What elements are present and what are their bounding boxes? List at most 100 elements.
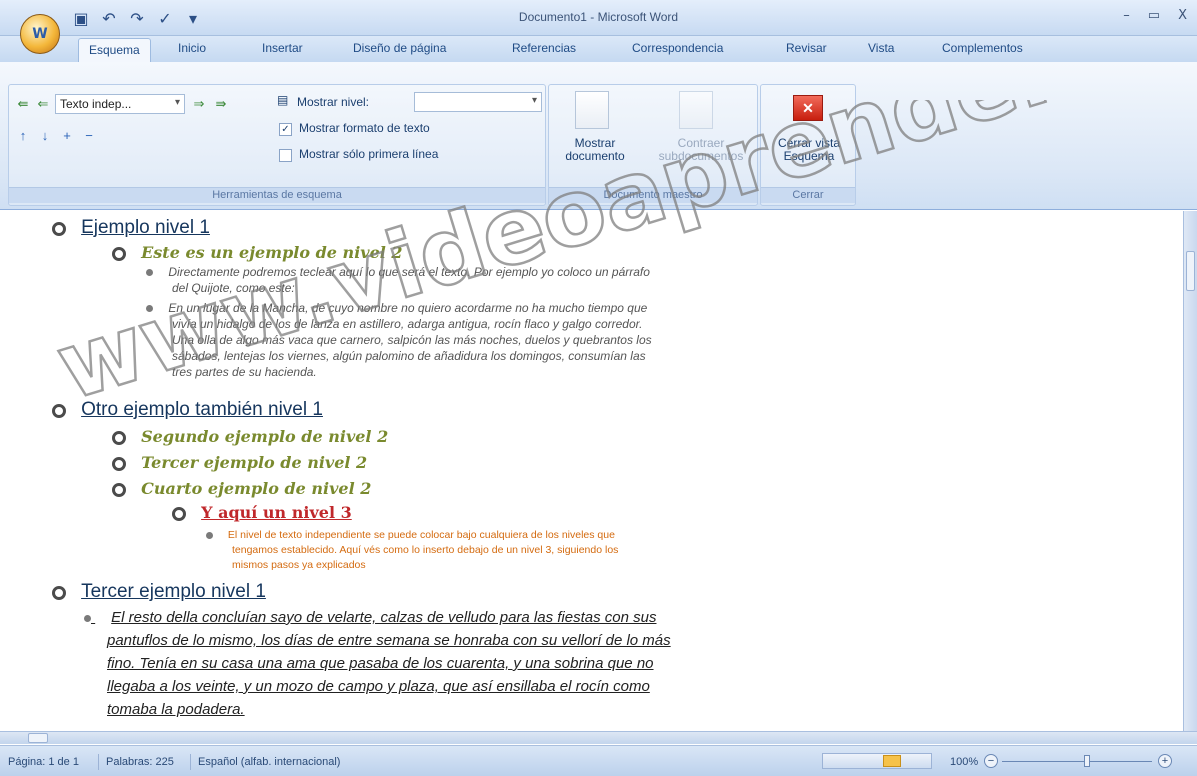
body-text: tomaba la podadera.: [107, 701, 245, 718]
outline-view-button[interactable]: [883, 755, 901, 767]
body-paragraph-3[interactable]: El nivel de texto independiente se puede…: [206, 529, 615, 541]
office-button[interactable]: W: [20, 14, 60, 54]
tab-insertar[interactable]: Insertar: [262, 41, 303, 55]
body-text: sábados, lentejas los viernes, algún pal…: [172, 349, 646, 363]
demote-to-body-icon[interactable]: ⇛: [211, 95, 231, 113]
tab-referencias[interactable]: Referencias: [512, 41, 576, 55]
move-up-icon[interactable]: ↑: [13, 127, 33, 145]
expand-collapse-icon[interactable]: [52, 403, 66, 418]
body-text: llegaba a los veinte, y un mozo de campo…: [107, 678, 650, 695]
language-status[interactable]: Español (alfab. internacional): [198, 756, 340, 768]
outline-heading2-2[interactable]: Segundo ejemplo de nivel 2: [112, 427, 388, 446]
heading-text: Cuarto ejemplo de nivel 2: [141, 479, 372, 498]
promote-icon[interactable]: ⇐: [33, 95, 53, 113]
ribbon: ⇚ ⇐ Texto indep... ▾ ⇒ ⇛ ↑ ↓ + − ▤ Mostr…: [0, 62, 1197, 210]
body-text: El resto della concluían sayo de velarte…: [111, 609, 657, 626]
outline-heading2-4[interactable]: Cuarto ejemplo de nivel 2: [112, 479, 371, 498]
show-level-select[interactable]: ▾: [414, 92, 542, 112]
body-text: del Quijote, como este:: [172, 281, 295, 295]
expand-collapse-icon[interactable]: [52, 585, 66, 600]
bullet-icon: [146, 305, 153, 313]
heading-text: Tercer ejemplo nivel 1: [81, 581, 266, 602]
expand-collapse-icon[interactable]: [112, 430, 126, 445]
chevron-down-icon: ▾: [174, 97, 180, 108]
tab-diseno-pagina[interactable]: Diseño de página: [353, 41, 446, 55]
move-down-icon[interactable]: ↓: [35, 127, 55, 145]
group-label-outline-tools: Herramientas de esquema: [9, 187, 545, 203]
outline-level-select[interactable]: Texto indep... ▾: [55, 94, 185, 114]
demote-icon[interactable]: ⇒: [189, 95, 209, 113]
expand-icon[interactable]: +: [57, 127, 77, 145]
zoom-in-button[interactable]: +: [1158, 754, 1172, 768]
close-outline-button[interactable]: Cerrar vista Esquema: [763, 137, 855, 163]
group-master-document: Mostrar documento Contraer subdocumentos…: [548, 84, 758, 206]
bullet-icon: [206, 531, 213, 539]
body-text: El nivel de texto independiente se puede…: [227, 529, 615, 541]
heading-text: Segundo ejemplo de nivel 2: [141, 427, 389, 446]
show-document-button[interactable]: Mostrar documento: [553, 137, 637, 163]
page-count[interactable]: Página: 1 de 1: [8, 756, 79, 768]
body-paragraph-1[interactable]: Directamente podremos teclear aquí lo qu…: [146, 265, 650, 279]
expand-collapse-icon[interactable]: [172, 506, 186, 521]
heading-text: Otro ejemplo también nivel 1: [81, 399, 323, 420]
bullet-icon: [146, 269, 153, 277]
outline-level-value: Texto indep...: [60, 97, 132, 111]
expand-collapse-icon[interactable]: [112, 482, 126, 497]
scroll-thumb[interactable]: [1186, 251, 1195, 291]
scroll-thumb[interactable]: [28, 733, 48, 743]
outline-heading2-3[interactable]: Tercer ejemplo de nivel 2: [112, 453, 367, 472]
zoom-slider-track[interactable]: [1002, 761, 1152, 762]
bullet-icon: [84, 614, 91, 622]
tab-esquema[interactable]: Esquema: [78, 38, 151, 62]
tab-inicio[interactable]: Inicio: [178, 41, 206, 55]
body-text: Directamente podremos teclear aquí lo qu…: [168, 265, 650, 279]
collapse-icon[interactable]: −: [79, 127, 99, 145]
heading-text: Y aquí un nivel 3: [201, 503, 352, 522]
status-bar: Página: 1 de 1 Palabras: 225 Español (al…: [0, 745, 1197, 776]
tab-complementos[interactable]: Complementos: [942, 41, 1023, 55]
heading-text: Tercer ejemplo de nivel 2: [141, 453, 368, 472]
word-count[interactable]: Palabras: 225: [106, 756, 174, 768]
outline-heading1-1[interactable]: Ejemplo nivel 1: [52, 217, 210, 239]
window-title: Documento1 - Microsoft Word: [518, 10, 679, 24]
expand-collapse-icon[interactable]: [112, 246, 126, 261]
outline-heading3-1[interactable]: Y aquí un nivel 3: [172, 503, 352, 522]
vertical-scrollbar[interactable]: [1183, 211, 1197, 731]
show-format-checkbox[interactable]: ✓: [279, 123, 292, 136]
close-button[interactable]: X: [1178, 8, 1187, 23]
show-level-icon: ▤: [277, 93, 289, 107]
body-text: tres partes de su hacienda.: [172, 365, 317, 379]
tab-vista[interactable]: Vista: [868, 41, 894, 55]
outline-heading1-3[interactable]: Tercer ejemplo nivel 1: [52, 581, 266, 603]
minimize-button[interactable]: –: [1123, 8, 1130, 23]
document-area[interactable]: Ejemplo nivel 1 Este es un ejemplo de ni…: [0, 211, 1183, 731]
show-format-label: Mostrar formato de texto: [299, 121, 430, 135]
body-text: Una olla de algo más vaca que carnero, s…: [172, 333, 652, 347]
tab-revisar[interactable]: Revisar: [786, 41, 827, 55]
close-outline-icon[interactable]: ✕: [793, 95, 823, 121]
zoom-slider-thumb[interactable]: [1084, 755, 1090, 767]
show-first-line-checkbox[interactable]: [279, 149, 292, 162]
show-document-icon[interactable]: [575, 91, 609, 129]
body-text: En un lugar de la Mancha, de cuyo nombre…: [168, 301, 648, 315]
outline-heading1-2[interactable]: Otro ejemplo también nivel 1: [52, 399, 323, 421]
zoom-level[interactable]: 100%: [950, 756, 978, 768]
collapse-subdocuments-icon: [679, 91, 713, 129]
expand-collapse-icon[interactable]: [112, 456, 126, 471]
group-outline-tools: ⇚ ⇐ Texto indep... ▾ ⇒ ⇛ ↑ ↓ + − ▤ Mostr…: [8, 84, 546, 206]
maximize-button[interactable]: ▭: [1148, 8, 1160, 23]
body-paragraph-2[interactable]: En un lugar de la Mancha, de cuyo nombre…: [146, 301, 647, 315]
view-buttons[interactable]: [822, 753, 932, 769]
expand-collapse-icon[interactable]: [52, 221, 66, 236]
body-paragraph-4[interactable]: El resto della concluían sayo de velarte…: [84, 609, 656, 626]
show-first-line-label: Mostrar sólo primera línea: [299, 147, 439, 161]
tab-correspondencia[interactable]: Correspondencia: [632, 41, 723, 55]
horizontal-scrollbar[interactable]: [0, 731, 1197, 744]
body-text: pantuflos de lo mismo, los días de entre…: [107, 632, 671, 649]
show-level-label: Mostrar nivel:: [297, 95, 370, 109]
group-close: ✕ Cerrar vista Esquema Cerrar: [760, 84, 856, 206]
body-text: vivía un hidalgo de los de lanza en asti…: [172, 317, 643, 331]
outline-heading2-1[interactable]: Este es un ejemplo de nivel 2: [112, 243, 403, 262]
promote-to-heading1-icon[interactable]: ⇚: [13, 95, 33, 113]
zoom-out-button[interactable]: −: [984, 754, 998, 768]
